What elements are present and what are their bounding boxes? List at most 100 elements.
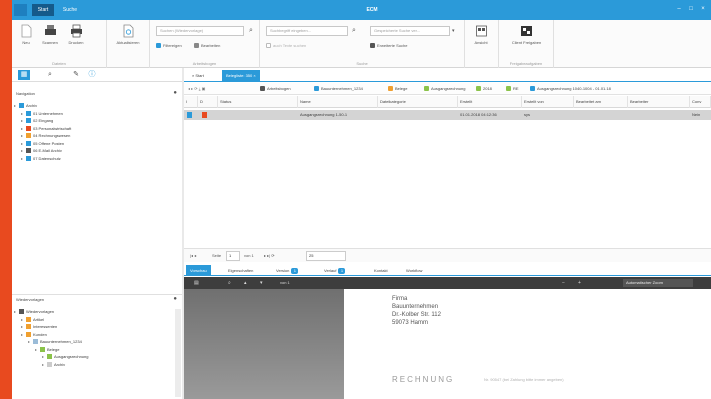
resubmission-tree: ▸ Wiedervorlagen ▸ Artikel ▸ Interessenten ▸ Ku…: [14, 308, 180, 368]
breadcrumb-item[interactable]: Ausgangsrechnung 1040-1004 - 01.01.18: [530, 84, 611, 94]
edit-button[interactable]: Bearbeiten: [194, 42, 220, 50]
breadcrumb-label: Ausgangsrechnung 1040-1004 - 01.01.18: [537, 86, 611, 91]
scan-button[interactable]: Scannen: [40, 24, 60, 54]
sidebar-toggle-icon[interactable]: ▤: [194, 279, 199, 287]
address-line: Firma: [392, 296, 408, 302]
filter-button[interactable]: Filtereigen: [156, 42, 182, 50]
preview-toolbar: ▤ ⌕ ▴ ▾ von 1 − + Automatischer Zoom: [184, 277, 711, 289]
tree-item-label: Interessenten: [33, 324, 58, 329]
tab-history[interactable]: Verlauf 1: [320, 265, 349, 276]
tab-contact[interactable]: Kontakt: [370, 265, 392, 276]
ribbon-tab-search[interactable]: Suche: [60, 4, 80, 16]
resubmission-pin-icon[interactable]: ●: [173, 296, 177, 303]
resubmission-scrollbar[interactable]: [175, 309, 181, 397]
folder-icon: [40, 346, 45, 352]
tab-start[interactable]: ⌕ Start: [188, 70, 208, 82]
pager-next-icon[interactable]: ▸ ▸| ⟳: [264, 251, 275, 261]
tree-item[interactable]: ▸ 06 E-Mail Archiv: [14, 147, 180, 155]
column-header[interactable]: D: [198, 96, 218, 108]
column-header[interactable]: Bearbeiter: [628, 96, 690, 108]
find-icon[interactable]: ⌕: [228, 279, 231, 287]
print-button[interactable]: Drucken: [66, 24, 86, 54]
close-icon[interactable]: ×: [700, 6, 706, 12]
edit-icon: [194, 43, 199, 48]
column-header[interactable]: Erstellt: [458, 96, 522, 108]
tree-item[interactable]: ▸ 01 Unternehmen: [14, 110, 180, 118]
navigation-tree: ▸ Archiv ▸ 01 Unternehmen ▸ 02 Eingang ▸ 03 Per…: [14, 102, 180, 162]
new-button[interactable]: Neu: [16, 24, 36, 54]
tab-result-label: Belegliste: 350: [226, 73, 253, 78]
app-menu-button[interactable]: [14, 4, 27, 16]
search-tab-icon[interactable]: ⌕: [44, 70, 56, 80]
info-tab-icon[interactable]: ⓘ: [86, 70, 98, 80]
zoom-select[interactable]: Automatischer Zoom: [623, 279, 693, 287]
view-button[interactable]: Ansicht: [470, 24, 492, 54]
tab-result-list[interactable]: Belegliste: 350 ×: [222, 70, 260, 82]
breadcrumb-item[interactable]: Arbeitsbogen: [260, 84, 291, 94]
fulltext-search-icon[interactable]: ⌕: [352, 27, 359, 35]
tree-tab-icon[interactable]: ▦: [18, 70, 30, 80]
document-tabs: ⌕ Start Belegliste: 350 ×: [184, 68, 711, 82]
tree-item[interactable]: ▸ 02 Eingang: [14, 117, 180, 125]
tab-workflow[interactable]: Workflow: [402, 265, 426, 276]
tab-versions[interactable]: Version 1: [272, 265, 302, 276]
column-header[interactable]: Name: [298, 96, 378, 108]
page-down-icon[interactable]: ▾: [260, 279, 263, 287]
saved-search-select[interactable]: Gespeicherte Suche ver...: [370, 26, 450, 36]
fulltext-search-field[interactable]: Suchbegriff eingeben...: [266, 26, 348, 36]
client-approvals-button[interactable]: Client Freigaben: [504, 24, 549, 54]
tree-item[interactable]: ▸ Kunden: [14, 331, 180, 339]
tree-item[interactable]: ▸ Interessenten: [14, 323, 180, 331]
pager-prev-icon[interactable]: |◂ ◂: [190, 251, 196, 261]
extended-search-icon: [370, 43, 375, 48]
breadcrumb-item[interactable]: Bauunternehmen_1234: [314, 84, 363, 94]
extended-search-button[interactable]: Erweiterte Suche: [370, 42, 407, 50]
zoom-in-icon[interactable]: +: [578, 279, 581, 287]
tree-item[interactable]: ▸ Belege: [14, 346, 180, 354]
column-header[interactable]: I: [184, 96, 198, 108]
grid-header: I D Status Name Dateikategorie Erstellt Erstel…: [184, 96, 711, 108]
tree-item[interactable]: ▸ Bauunternehmen_1234: [14, 338, 180, 346]
tree-item[interactable]: ▸ 03 Personalwirtschaft: [14, 125, 180, 133]
fulltext-checkbox[interactable]: auch Texte suchen: [266, 42, 306, 50]
page-size-select[interactable]: 25: [306, 251, 346, 261]
tree-item[interactable]: ▸ Wiedervorlagen: [14, 308, 180, 316]
breadcrumb-item[interactable]: Belege: [388, 84, 407, 94]
folder-icon: [26, 148, 31, 153]
page-up-icon[interactable]: ▴: [244, 279, 247, 287]
tree-item[interactable]: ▸ Archiv: [14, 102, 180, 110]
breadcrumb-item[interactable]: Ausgangsrechnung: [424, 84, 465, 94]
column-header[interactable]: Conv: [690, 96, 711, 108]
tab-preview[interactable]: Vorschau: [186, 265, 211, 276]
ribbon-tab-start[interactable]: Start: [32, 4, 54, 16]
zoom-out-icon[interactable]: −: [562, 279, 565, 287]
preview-page-indicator: von 1: [280, 280, 290, 285]
breadcrumb-item[interactable]: 2018: [476, 84, 492, 94]
nav-arrows-icon[interactable]: ◂ ▸ ⟳ ⤓ ▣: [188, 84, 205, 94]
column-header[interactable]: Erstellt von: [522, 96, 574, 108]
pin-icon[interactable]: ●: [173, 90, 177, 97]
extended-search-label: Erweiterte Suche: [377, 43, 408, 48]
page-input[interactable]: 1: [226, 251, 240, 261]
minimize-icon[interactable]: –: [676, 6, 682, 12]
table-row[interactable]: Ausgangsrechnung 1-50-1 01.01.2018 04:12…: [184, 110, 711, 120]
tree-item[interactable]: ▸ Ausgangsrechnung: [14, 353, 180, 361]
saved-search-dropdown-icon[interactable]: ▾: [452, 27, 459, 35]
column-header[interactable]: Dateikategorie: [378, 96, 458, 108]
tree-item[interactable]: ▸ 05 Offene Posten: [14, 140, 180, 148]
breadcrumb-item[interactable]: RE: [506, 84, 519, 94]
column-header[interactable]: Status: [218, 96, 298, 108]
tab-properties[interactable]: Eigenschaften: [224, 265, 257, 276]
column-header[interactable]: Bearbeitet am: [574, 96, 628, 108]
tree-item[interactable]: ▸ 04 Rechnungswesen: [14, 132, 180, 140]
resubmission-search-field[interactable]: Suchen (Wiedervorlage): [156, 26, 244, 36]
tools-tab-icon[interactable]: ✎: [70, 70, 82, 80]
tree-item[interactable]: ▸ 07 Datenschutz: [14, 155, 180, 163]
refresh-button[interactable]: Aktualisieren: [113, 24, 143, 54]
tree-item[interactable]: ▸ Artikel: [14, 316, 180, 324]
maximize-icon[interactable]: □: [688, 6, 694, 12]
scan-button-label: Scannen: [42, 40, 58, 45]
breadcrumb-icon: [314, 86, 319, 91]
search-icon[interactable]: ⌕: [249, 27, 256, 35]
tree-item[interactable]: ▸ Archiv: [14, 361, 180, 369]
